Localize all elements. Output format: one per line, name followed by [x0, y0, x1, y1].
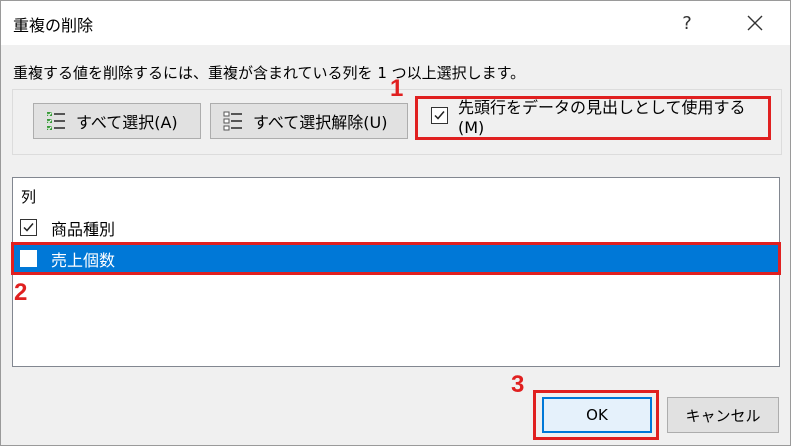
annotation-box-2	[11, 242, 781, 275]
deselect-all-icon	[223, 111, 242, 131]
select-all-label: すべて選択(A)	[76, 113, 178, 132]
list-item[interactable]: 商品種別	[14, 213, 778, 242]
remove-duplicates-dialog: 重複の削除 ? 重複する値を削除するには、重複が含まれている列を 1 つ以上選択…	[0, 0, 791, 446]
deselect-all-label: すべて選択解除(U)	[253, 113, 388, 132]
deselect-all-button[interactable]: すべて選択解除(U)	[210, 103, 408, 139]
column-label: 商品種別	[51, 219, 116, 239]
help-button[interactable]: ?	[669, 7, 705, 39]
annotation-number-2: 2	[14, 279, 28, 306]
annotation-box-1	[415, 96, 771, 140]
select-all-icon	[47, 112, 65, 131]
select-all-button[interactable]: すべて選択(A)	[33, 103, 201, 139]
annotation-number-1: 1	[390, 75, 404, 102]
dialog-title: 重複の削除	[13, 16, 94, 35]
close-icon	[747, 15, 763, 31]
cancel-button[interactable]: キャンセル	[667, 397, 779, 433]
column-checkbox[interactable]	[20, 219, 37, 236]
close-button[interactable]	[735, 7, 775, 39]
annotation-box-3	[533, 390, 659, 440]
column-list-header: 列	[21, 188, 37, 206]
title-bar: 重複の削除 ?	[1, 1, 790, 45]
annotation-number-3: 3	[511, 371, 525, 398]
instruction-text: 重複する値を削除するには、重複が含まれている列を 1 つ以上選択します。	[13, 64, 526, 82]
checkmark-icon	[23, 223, 34, 232]
